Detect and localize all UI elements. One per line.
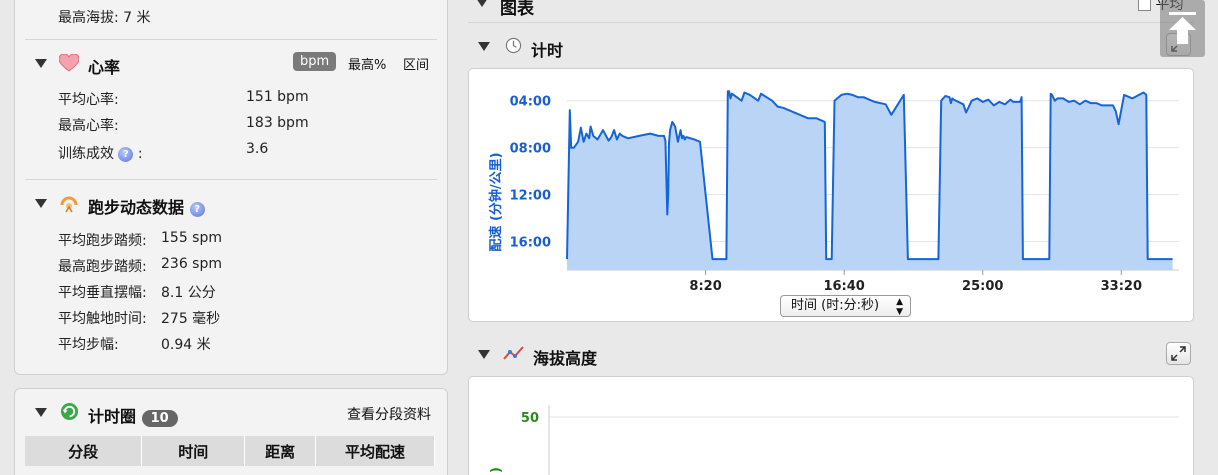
- laps-panel: 计时圈 10 查看分段资料 分段 时间 距离 平均配速: [14, 388, 448, 475]
- clock-icon: [505, 37, 522, 54]
- training-effect-label: 训练成效: [58, 146, 114, 162]
- laps-table: 分段 时间 距离 平均配速: [25, 436, 435, 466]
- avg-hr-value: 151 bpm: [246, 89, 309, 105]
- col-header-distance[interactable]: 距离: [244, 436, 317, 466]
- pace-x-tick-label: 25:00: [962, 279, 1003, 294]
- laps-title-text: 计时圈: [88, 407, 137, 426]
- max-hr-value: 183 bpm: [246, 115, 309, 131]
- collapse-timing-toggle[interactable]: [478, 42, 490, 51]
- unit-bpm-button[interactable]: bpm: [293, 52, 337, 71]
- dyn-row-label: 最高跑步踏频:: [58, 259, 147, 275]
- pace-y-tick-label: 12:00: [510, 189, 551, 204]
- training-effect-value: 3.6: [246, 141, 269, 157]
- collapse-elevation-toggle[interactable]: [478, 350, 490, 359]
- x-axis-selector[interactable]: 时间 (时:分:秒) ▲ ▼: [780, 295, 911, 317]
- unit-zone-button[interactable]: 区间: [396, 52, 436, 75]
- pace-area: [567, 91, 1173, 270]
- heart-icon: [59, 54, 79, 72]
- elevation-title: 海拔高度: [533, 349, 598, 368]
- running-dynamics-icon: [60, 196, 78, 213]
- laps-count-badge: 10: [141, 410, 178, 427]
- dyn-row-label: 平均垂直摆幅:: [58, 285, 147, 301]
- charts-title: 图表: [500, 0, 534, 19]
- pace-chart[interactable]: 04:00 08:00 12:00 16:00 8:20 16:40 25:00 33:20…: [469, 69, 1195, 323]
- dyn-row-value: 8.1 公分: [161, 285, 216, 301]
- avg-checkbox[interactable]: [1138, 0, 1151, 11]
- max-elevation-label: 最高海拔:: [58, 10, 119, 26]
- pace-y-axis-label: 配速 (分钟/公里): [488, 152, 504, 251]
- collapse-laps-toggle[interactable]: [35, 408, 47, 417]
- view-splits-link[interactable]: 查看分段资料: [347, 404, 431, 424]
- dyn-row-value: 236 spm: [161, 256, 222, 272]
- unit-max-percent-button[interactable]: 最高%: [341, 52, 393, 75]
- running-dynamics-help-icon[interactable]: ?: [189, 202, 205, 217]
- pace-y-tick-label: 16:00: [510, 236, 551, 251]
- elevation-y-tick-label: 50: [521, 411, 539, 426]
- dyn-row-value: 155 spm: [161, 230, 222, 246]
- max-elevation-row: 最高海拔: 7 米: [58, 7, 151, 27]
- running-dynamics-title: 跑步动态数据 ?: [88, 194, 205, 218]
- select-arrows-icon: ▲ ▼: [896, 297, 903, 317]
- pace-x-tick-label: 8:20: [689, 279, 721, 294]
- expand-icon: [1171, 346, 1186, 361]
- collapse-dynamics-toggle[interactable]: [35, 199, 47, 208]
- dyn-row-value: 0.94 米: [161, 337, 211, 353]
- max-hr-label: 最高心率:: [58, 118, 119, 134]
- laps-title: 计时圈 10: [88, 403, 178, 427]
- elevation-chart[interactable]: 50 ): [469, 377, 1195, 475]
- collapse-heart-rate-toggle[interactable]: [35, 59, 47, 68]
- training-effect-help-icon[interactable]: ?: [118, 147, 134, 162]
- dyn-row-label: 平均触地时间:: [58, 311, 147, 327]
- laps-table-header: 分段 时间 距离 平均配速: [25, 436, 435, 466]
- training-effect-row: 训练成效 ? :: [58, 143, 143, 163]
- running-dynamics-title-text: 跑步动态数据: [88, 198, 185, 217]
- pace-y-tick-label: 08:00: [510, 142, 551, 157]
- avg-hr-label: 平均心率:: [58, 92, 119, 108]
- x-axis-selector-label: 时间 (时:分:秒): [791, 298, 880, 313]
- activity-details-panel: 最高海拔: 7 米 心率 bpm 最高% 区间 平均心率: 151 bpm 最高…: [14, 0, 448, 375]
- elevation-icon: [503, 346, 524, 360]
- heart-rate-title: 心率: [88, 58, 121, 77]
- pace-chart-card: 04:00 08:00 12:00 16:00 8:20 16:40 25:00 33:20…: [468, 68, 1194, 322]
- timing-title: 计时: [531, 41, 564, 60]
- collapse-charts-toggle[interactable]: [476, 0, 488, 7]
- pace-y-tick-label: 04:00: [510, 95, 551, 110]
- dyn-row-value: 275 毫秒: [161, 311, 221, 327]
- col-header-avg-pace[interactable]: 平均配速: [315, 436, 435, 466]
- dyn-row-label: 平均步幅:: [58, 337, 119, 353]
- col-header-lap[interactable]: 分段: [25, 436, 143, 466]
- pace-x-tick-label: 33:20: [1101, 279, 1142, 294]
- arrow-up-icon: [1169, 12, 1196, 44]
- refresh-lap-icon: [60, 402, 79, 421]
- expand-elevation-chart-button[interactable]: [1166, 342, 1191, 365]
- dyn-row-label: 平均跑步踏频:: [58, 233, 147, 249]
- max-elevation-value: 7 米: [123, 10, 151, 26]
- elevation-chart-card: 50 ): [468, 376, 1194, 475]
- col-header-time[interactable]: 时间: [141, 436, 246, 466]
- elevation-y-axis-label: ): [489, 467, 504, 473]
- scroll-to-top-button[interactable]: [1160, 0, 1205, 57]
- pace-x-tick-label: 16:40: [823, 279, 864, 294]
- training-effect-colon: :: [137, 146, 143, 162]
